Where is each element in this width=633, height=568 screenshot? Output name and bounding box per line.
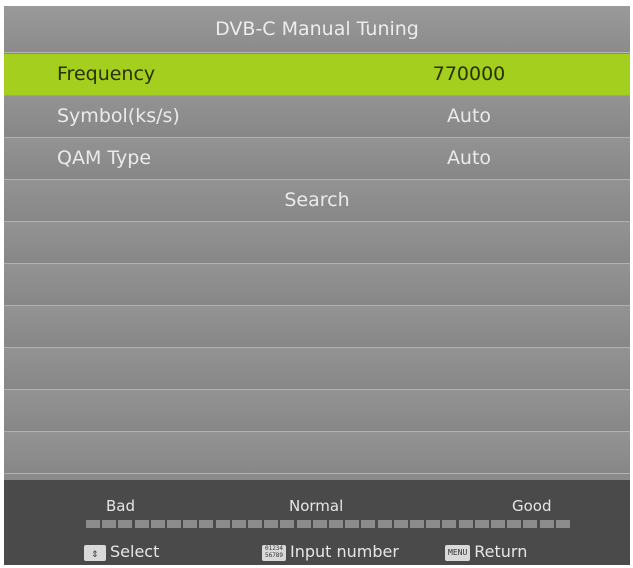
signal-segment [264, 520, 279, 528]
hint-select: ⇕ Select [84, 543, 159, 561]
signal-segment [345, 520, 360, 528]
signal-segment [377, 520, 392, 528]
signal-segment [280, 520, 295, 528]
signal-segment [102, 520, 117, 528]
empty-row [4, 264, 630, 306]
search-button[interactable]: Search [4, 180, 630, 222]
symbol-rate-label: Symbol(ks/s) [57, 105, 180, 127]
frequency-label: Frequency [57, 63, 156, 85]
symbol-rate-value: Auto [446, 105, 492, 127]
signal-segment [183, 520, 198, 528]
signal-bad-label: Bad [106, 497, 136, 515]
footer: Bad Normal Good ⇕ Select 01234 56789 Input… [4, 480, 630, 565]
hint-return-label: Return [474, 542, 528, 561]
signal-segment [215, 520, 230, 528]
signal-normal-label: Normal [289, 497, 344, 515]
number-keys-icon: 01234 56789 [262, 544, 286, 561]
up-down-key-icon: ⇕ [84, 544, 106, 561]
tuning-rows: Frequency 770000 Symbol(ks/s) Auto QAM T… [4, 54, 630, 474]
signal-segment [539, 520, 554, 528]
signal-segment [199, 520, 214, 528]
hint-input-number: 01234 56789 Input number [262, 543, 399, 561]
signal-segment [118, 520, 133, 528]
row-frequency[interactable]: Frequency 770000 [4, 54, 630, 96]
signal-segment [329, 520, 343, 528]
signal-segment [86, 520, 100, 528]
signal-segment [474, 520, 489, 528]
empty-row [4, 390, 630, 432]
signal-segment [134, 520, 149, 528]
empty-row [4, 348, 630, 390]
signal-segment [150, 520, 165, 528]
signal-segment [296, 520, 311, 528]
hint-return: MENU Return [445, 543, 527, 561]
signal-segment [491, 520, 505, 528]
signal-segment [410, 520, 424, 528]
signal-segment [555, 520, 570, 528]
signal-segment [458, 520, 473, 528]
signal-quality-bar [86, 520, 572, 528]
signal-segment [167, 520, 181, 528]
signal-segment [426, 520, 441, 528]
tv-screen: DVB-C Manual Tuning Frequency 770000 Sym… [0, 0, 633, 568]
search-label: Search [284, 189, 350, 211]
empty-row [4, 222, 630, 264]
signal-segment [442, 520, 457, 528]
row-qam-type[interactable]: QAM Type Auto [4, 138, 630, 180]
manual-tuning-panel: DVB-C Manual Tuning Frequency 770000 Sym… [4, 6, 630, 565]
signal-segment [312, 520, 327, 528]
signal-segment [231, 520, 246, 528]
signal-segment [393, 520, 408, 528]
hint-input-number-label: Input number [290, 542, 399, 561]
qam-type-label: QAM Type [57, 147, 152, 169]
signal-segment [507, 520, 522, 528]
signal-segment [248, 520, 262, 528]
panel-title: DVB-C Manual Tuning [4, 6, 630, 53]
signal-good-label: Good [512, 497, 552, 515]
empty-row [4, 306, 630, 348]
hint-select-label: Select [110, 542, 160, 561]
frequency-value: 770000 [432, 63, 506, 85]
signal-segment [523, 520, 538, 528]
empty-row [4, 432, 630, 474]
qam-type-value: Auto [446, 147, 492, 169]
menu-key-icon: MENU [445, 544, 471, 561]
row-symbol-rate[interactable]: Symbol(ks/s) Auto [4, 96, 630, 138]
signal-segment [361, 520, 376, 528]
